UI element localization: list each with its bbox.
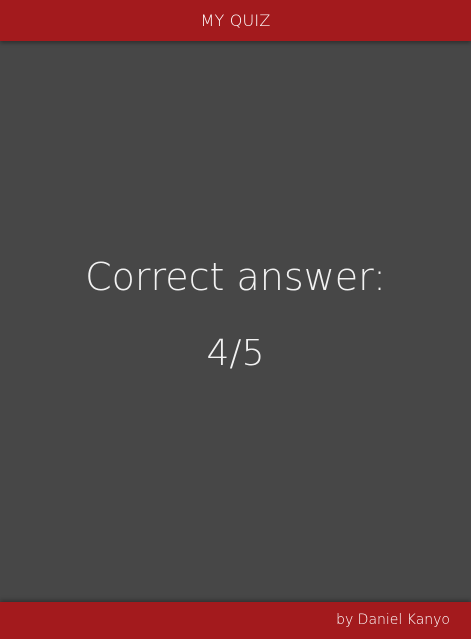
result-score: 4/5 bbox=[206, 333, 265, 374]
app-title: MY QUIZ bbox=[200, 10, 271, 30]
quiz-app: MY QUIZ Correct answer: 4/5 by Daniel Ka… bbox=[0, 0, 471, 639]
result-panel: Correct answer: 4/5 bbox=[0, 41, 471, 602]
header-bar: MY QUIZ bbox=[0, 0, 471, 41]
result-label: Correct answer: bbox=[85, 255, 386, 299]
author-credit: by Daniel Kanyo bbox=[336, 612, 450, 628]
footer-bar: by Daniel Kanyo bbox=[0, 602, 471, 639]
